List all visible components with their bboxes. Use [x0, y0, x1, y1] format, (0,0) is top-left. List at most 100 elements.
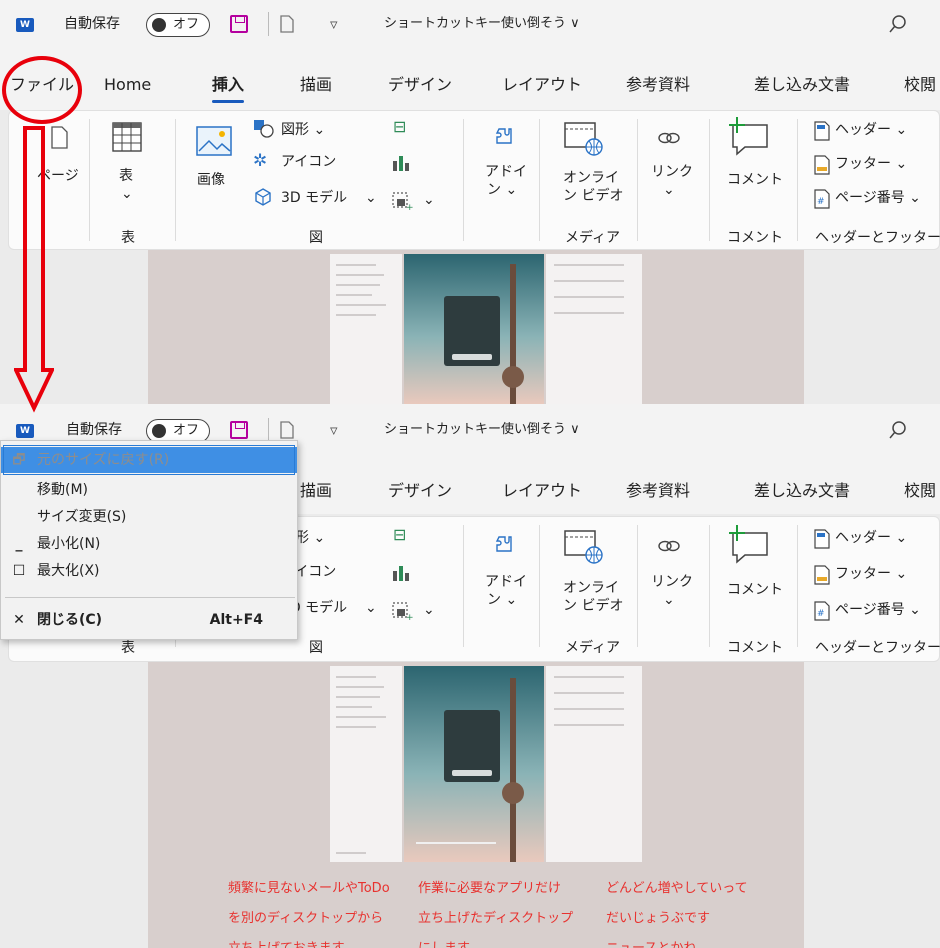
- screenshot-thumb-center: [404, 666, 544, 862]
- search-icon[interactable]: [888, 420, 908, 440]
- menu-item-minimize[interactable]: _ 最小化(N): [1, 531, 297, 557]
- autosave-state: オフ: [173, 423, 200, 438]
- document-title[interactable]: ショートカットキー使い倒そう ∨: [384, 14, 580, 34]
- add-ins-button[interactable]: アドイ: [485, 573, 527, 591]
- autosave-label: 自動保存: [66, 422, 122, 438]
- 3d-model-button[interactable]: 3D モデル: [281, 189, 347, 207]
- close-icon: ✕: [13, 612, 25, 628]
- 3d-model-icon: [255, 188, 271, 206]
- svg-text:#: #: [817, 609, 825, 619]
- tab-mailings[interactable]: 差し込み文書: [754, 480, 850, 502]
- smartart-icon[interactable]: ⊟: [393, 525, 406, 544]
- maximize-icon: ☐: [12, 563, 26, 579]
- tab-design[interactable]: デザイン: [388, 74, 452, 96]
- picture-button[interactable]: 画像: [197, 171, 225, 189]
- tab-references[interactable]: 参考資料: [626, 74, 690, 96]
- word-app-icon[interactable]: W: [16, 424, 34, 438]
- tab-draw[interactable]: 描画: [300, 480, 332, 502]
- document-title[interactable]: ショートカットキー使い倒そう ∨: [384, 420, 580, 440]
- screenshot-icon[interactable]: +: [391, 189, 413, 211]
- icons-button[interactable]: アイコン: [281, 153, 336, 171]
- minimize-icon: _: [15, 536, 23, 552]
- link-button[interactable]: リンク: [651, 573, 693, 591]
- search-icon[interactable]: [888, 14, 908, 34]
- group-divider: [797, 119, 798, 241]
- header-icon: [814, 121, 830, 141]
- title-bar: W 自動保存 オフ ▿ ショートカットキー使い倒そう ∨: [0, 0, 940, 48]
- comments-group-label: コメント: [727, 640, 783, 656]
- tab-layout[interactable]: レイアウト: [502, 74, 582, 96]
- tab-home[interactable]: Home: [104, 74, 151, 96]
- online-video-button[interactable]: オンライ: [563, 579, 619, 597]
- link-icon: [658, 540, 680, 552]
- word-app-icon[interactable]: W: [16, 18, 34, 32]
- screenshot-popup: [444, 710, 500, 782]
- table-button[interactable]: 表: [119, 167, 133, 185]
- tab-references[interactable]: 参考資料: [626, 480, 690, 502]
- titlebar-divider: [268, 12, 269, 36]
- save-icon[interactable]: [230, 15, 248, 33]
- 3d-model-chevron: ⌄: [365, 600, 377, 616]
- media-group-label: メディア: [565, 230, 621, 246]
- group-divider: [175, 119, 176, 241]
- page-number-button[interactable]: ページ番号 ⌄: [835, 601, 921, 619]
- illustrations-group-label: 図: [309, 230, 323, 246]
- screenshot-icon[interactable]: +: [391, 599, 413, 621]
- group-divider: [539, 119, 540, 241]
- smartart-icon[interactable]: ⊟: [393, 117, 406, 136]
- customize-toolbar-icon[interactable]: ▿: [330, 14, 338, 34]
- table-chevron: ⌄: [121, 186, 133, 202]
- tab-layout[interactable]: レイアウト: [502, 480, 582, 502]
- screenshot-thumb-left: [330, 666, 402, 862]
- new-comment-button[interactable]: コメント: [727, 171, 783, 189]
- group-divider: [539, 525, 540, 647]
- group-divider: [637, 119, 638, 241]
- customize-toolbar-icon[interactable]: ▿: [330, 420, 338, 440]
- menu-item-maximize[interactable]: ☐ 最大化(X): [1, 558, 297, 584]
- shapes-button[interactable]: 図形 ⌄: [281, 121, 325, 139]
- group-divider: [89, 119, 90, 241]
- close-shortcut: Alt+F4: [209, 612, 263, 628]
- document-text-column-1: 頻繁に見ないメールやToDo を別のディスクトップから 立ち上げておきます: [228, 881, 390, 948]
- group-divider: [709, 525, 710, 647]
- new-document-icon[interactable]: [278, 420, 296, 440]
- save-icon[interactable]: [230, 421, 248, 439]
- footer-button[interactable]: フッター ⌄: [835, 155, 907, 173]
- comment-icon: [729, 117, 768, 156]
- chart-icon[interactable]: [391, 153, 411, 173]
- online-video-icon: [564, 122, 603, 156]
- svg-text:+: +: [406, 613, 413, 621]
- link-button[interactable]: リンク: [651, 163, 693, 181]
- tab-review[interactable]: 校閲: [904, 74, 936, 96]
- tab-draw[interactable]: 描画: [300, 74, 332, 96]
- menu-item-size[interactable]: サイズ変更(S): [1, 504, 297, 530]
- header-button[interactable]: ヘッダー ⌄: [835, 529, 907, 547]
- tab-mailings[interactable]: 差し込み文書: [754, 74, 850, 96]
- toggle-knob: [152, 18, 166, 32]
- menu-item-move[interactable]: 移動(M): [1, 477, 297, 503]
- screenshot-thumb-center: [404, 254, 544, 404]
- tab-design[interactable]: デザイン: [388, 480, 452, 502]
- screenshot-thumb-right: [546, 666, 642, 862]
- new-document-icon[interactable]: [278, 14, 296, 34]
- autosave-toggle[interactable]: オフ: [146, 13, 210, 37]
- menu-item-close[interactable]: ✕ 閉じる(C) Alt+F4: [1, 607, 297, 633]
- add-ins-button[interactable]: アドイ: [485, 163, 527, 181]
- tab-review[interactable]: 校閲: [904, 480, 936, 502]
- group-divider: [463, 525, 464, 647]
- illustrations-group-label: 図: [309, 640, 323, 656]
- add-ins-button-line2: ン ⌄: [487, 592, 518, 608]
- header-button[interactable]: ヘッダー ⌄: [835, 121, 907, 139]
- document-page[interactable]: 頻繁に見ないメールやToDo を別のディスクトップから 立ち上げておきます 作業…: [148, 662, 804, 948]
- document-page[interactable]: [148, 250, 804, 404]
- tab-insert[interactable]: 挿入: [212, 74, 245, 103]
- annotation-red-arrow: [14, 126, 54, 413]
- online-video-button[interactable]: オンライ: [563, 169, 619, 187]
- page-number-button[interactable]: ページ番号 ⌄: [835, 189, 921, 207]
- chart-icon[interactable]: [391, 563, 411, 583]
- comments-group-label: コメント: [727, 230, 783, 246]
- footer-button[interactable]: フッター ⌄: [835, 565, 907, 583]
- top-screenshot-pane: W 自動保存 オフ ▿ ショートカットキー使い倒そう ∨ ファイル Home 挿…: [0, 0, 940, 404]
- comment-icon: [729, 525, 768, 564]
- new-comment-button[interactable]: コメント: [727, 581, 783, 599]
